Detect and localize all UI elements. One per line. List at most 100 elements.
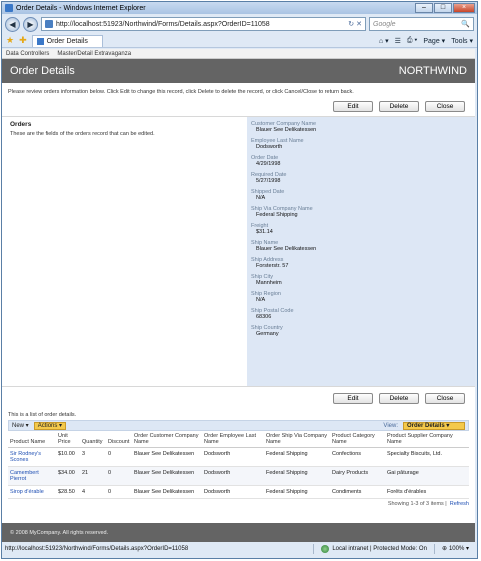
status-url: http://localhost:51923/Northwind/Forms/D… — [5, 545, 189, 552]
col-product-name[interactable]: Product Name — [8, 431, 56, 448]
edit-button[interactable]: Edit — [333, 101, 373, 112]
minimize-button[interactable]: – — [415, 3, 433, 13]
page-content: Data Controllers Master/Detail Extravaga… — [2, 49, 475, 542]
field-value: Forsterstr. 57 — [256, 263, 289, 269]
field-ship-postal-code: Ship Postal Code 68306 — [251, 308, 471, 321]
cell: 21 — [80, 466, 106, 486]
refresh-icon[interactable]: ↻ — [348, 21, 354, 28]
delete-button[interactable]: Delete — [379, 393, 419, 404]
form-heading: Orders — [10, 121, 32, 128]
cell: Dodsworth — [202, 466, 264, 486]
actions-menu[interactable]: Actions ▾ — [33, 421, 67, 430]
list-intro: This is a list of order details. — [8, 412, 77, 418]
field-value: N/A — [256, 297, 266, 303]
view-selector[interactable]: Order Details ▾ — [403, 421, 465, 430]
favorites-star-icon[interactable]: ★ — [6, 35, 14, 46]
bottom-action-row: Edit Delete Close — [2, 387, 475, 408]
security-zone: Local intranet | Protected Mode: On — [332, 545, 427, 552]
col-unit-price[interactable]: Unit Price — [56, 431, 80, 448]
col-order-customer[interactable]: Order Customer Company Name — [132, 431, 202, 448]
cell: Federal Shipping — [264, 485, 330, 499]
zoom-icon: ⊕ — [441, 546, 447, 552]
maximize-button[interactable]: □ — [434, 3, 452, 13]
cell: Dodsworth — [202, 447, 264, 467]
field-value: Mannheim — [256, 280, 282, 286]
cell: Blauer See Delikatessen — [132, 466, 202, 486]
cell: Blauer See Delikatessen — [132, 485, 202, 499]
home-icon[interactable]: ⌂ ▾ — [379, 37, 389, 45]
cell: Forêts d'érables — [385, 485, 469, 499]
field-freight: Freight $31.14 — [251, 223, 471, 236]
order-details-grid: Product Name Unit Price Quantity Discoun… — [8, 431, 469, 499]
cell: Blauer See Delikatessen — [132, 447, 202, 467]
window-title: Order Details - Windows Internet Explore… — [16, 4, 146, 12]
col-order-ship-via[interactable]: Order Ship Via Company Name — [264, 431, 330, 448]
new-menu[interactable]: New ▾ — [12, 422, 29, 429]
cell: 0 — [106, 447, 132, 467]
field-order-date: Order Date 4/29/1998 — [251, 155, 471, 168]
col-discount[interactable]: Discount — [106, 431, 132, 448]
address-url: http://localhost:51923/Northwind/Forms/D… — [56, 20, 270, 28]
menu-master-detail[interactable]: Master/Detail Extravaganza — [57, 51, 131, 57]
field-ship-country: Ship Country Germany — [251, 325, 471, 338]
cell-product-link[interactable]: Camembert Pierrot — [8, 466, 56, 486]
table-row[interactable]: Sir Rodney's Scones $10.00 3 0 Blauer Se… — [8, 447, 469, 467]
field-ship-name: Ship Name Blauer See Delikatessen — [251, 240, 471, 253]
order-form: Orders These are the fields of the order… — [2, 116, 475, 387]
feeds-icon[interactable]: ☰ — [395, 37, 401, 45]
menu-data-controllers[interactable]: Data Controllers — [6, 51, 49, 57]
ie-icon — [5, 4, 13, 12]
grid-header-row: Product Name Unit Price Quantity Discoun… — [8, 431, 469, 448]
field-employee-last-name: Employee Last Name Dodsworth — [251, 138, 471, 151]
close-window-button[interactable]: × — [453, 3, 475, 13]
intranet-globe-icon — [321, 544, 330, 553]
top-action-row: Edit Delete Close — [2, 95, 475, 116]
cell: Federal Shipping — [264, 447, 330, 467]
field-value: 4/29/1998 — [256, 161, 281, 167]
cell: Dairy Products — [330, 466, 385, 486]
zoom-level: 100% ▾ — [448, 546, 469, 552]
back-button[interactable]: ◀ — [5, 16, 20, 32]
col-product-supplier[interactable]: Product Supplier Company Name — [385, 431, 469, 448]
tab-page-icon — [36, 37, 44, 45]
field-ship-via: Ship Via Company Name Federal Shipping — [251, 206, 471, 219]
print-icon[interactable]: ⎙ ▾ — [407, 37, 418, 45]
refresh-link[interactable]: Refresh — [450, 501, 469, 507]
tab-label: Order Details — [46, 37, 88, 45]
cell-product-link[interactable]: Sirop d'érable — [8, 485, 56, 499]
table-row[interactable]: Sirop d'érable $28.50 4 0 Blauer See Del… — [8, 485, 469, 499]
col-order-employee[interactable]: Order Employee Last Name — [202, 431, 264, 448]
zoom-control[interactable]: ⊕ 100% ▾ — [442, 545, 475, 552]
stop-icon[interactable]: ✕ — [356, 21, 362, 28]
cell-product-link[interactable]: Sir Rodney's Scones — [8, 447, 56, 467]
close-button[interactable]: Close — [425, 393, 465, 404]
tab-order-details[interactable]: Order Details — [31, 34, 103, 47]
close-button[interactable]: Close — [425, 101, 465, 112]
page-menu[interactable]: Page ▾ — [423, 37, 445, 45]
field-value: 5/27/1998 — [256, 178, 281, 184]
field-value: 68306 — [256, 314, 272, 320]
add-favorites-icon[interactable]: ✚ — [19, 35, 27, 46]
address-bar[interactable]: http://localhost:51923/Northwind/Forms/D… — [41, 17, 366, 31]
field-value: N/A — [256, 195, 266, 201]
forward-button[interactable]: ▶ — [23, 16, 38, 32]
search-placeholder: Google — [373, 20, 396, 28]
edit-button[interactable]: Edit — [333, 393, 373, 404]
field-value: Federal Shipping — [256, 212, 298, 218]
cell: Dodsworth — [202, 485, 264, 499]
pager-info: Showing 1-3 of 3 items | — [387, 500, 447, 507]
table-row[interactable]: Camembert Pierrot $34.00 21 0 Blauer See… — [8, 466, 469, 486]
page-title: Order Details — [10, 65, 75, 77]
view-label: View: — [383, 422, 398, 429]
col-quantity[interactable]: Quantity — [80, 431, 106, 448]
cell: 0 — [106, 466, 132, 486]
delete-button[interactable]: Delete — [379, 101, 419, 112]
search-input[interactable]: Google 🔍 — [369, 17, 474, 31]
cell: $10.00 — [56, 447, 80, 467]
address-toolbar: ◀ ▶ http://localhost:51923/Northwind/For… — [2, 14, 477, 34]
tools-menu[interactable]: Tools ▾ — [451, 37, 473, 45]
search-icon[interactable]: 🔍 — [461, 20, 470, 28]
cell: $34.00 — [56, 466, 80, 486]
col-product-category[interactable]: Product Category Name — [330, 431, 385, 448]
field-ship-region: Ship Region N/A — [251, 291, 471, 304]
